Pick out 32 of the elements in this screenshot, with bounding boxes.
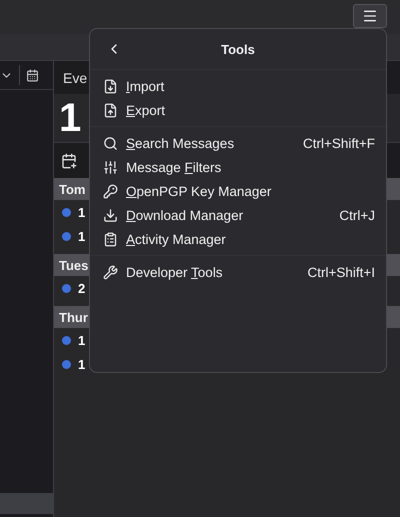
menu-button[interactable] bbox=[353, 4, 387, 28]
search-icon bbox=[102, 136, 118, 150]
menu-item[interactable]: Activity Manager bbox=[90, 227, 386, 251]
event-dot bbox=[62, 232, 71, 240]
event-time[interactable]: 1 bbox=[78, 204, 86, 220]
event-time[interactable]: 1 bbox=[78, 356, 86, 372]
menu-item[interactable]: OpenPGP Key Manager bbox=[90, 179, 386, 203]
calendar-icon[interactable] bbox=[26, 68, 39, 82]
event-time[interactable]: 1 bbox=[78, 332, 86, 348]
import-icon bbox=[102, 78, 118, 94]
event-dot bbox=[62, 336, 71, 344]
event-dot bbox=[62, 360, 71, 368]
menu-item[interactable]: Search Messages Ctrl+Shift+F bbox=[90, 131, 386, 155]
menu-item[interactable]: Import bbox=[90, 74, 386, 98]
event-time[interactable]: 2 bbox=[78, 280, 86, 296]
menu-item[interactable]: Message Filters bbox=[90, 155, 386, 179]
event-time[interactable]: 1 bbox=[78, 228, 86, 244]
download-icon bbox=[102, 208, 118, 222]
calendar-plus-icon bbox=[61, 152, 77, 168]
events-tab[interactable]: Eve bbox=[63, 70, 88, 86]
menu-item[interactable]: Download Manager Ctrl+J bbox=[90, 203, 386, 227]
wrench-icon bbox=[102, 264, 118, 280]
menu-item[interactable]: Export bbox=[90, 98, 386, 122]
export-icon bbox=[102, 102, 118, 118]
sliders-icon bbox=[102, 160, 118, 174]
event-dot bbox=[62, 208, 71, 216]
menu-icon bbox=[362, 8, 378, 24]
menu-title: Tools bbox=[221, 42, 255, 56]
key-icon bbox=[102, 184, 118, 198]
date-number: 1 bbox=[59, 96, 82, 140]
event-dot bbox=[62, 284, 71, 292]
clipboard-icon bbox=[102, 232, 118, 246]
